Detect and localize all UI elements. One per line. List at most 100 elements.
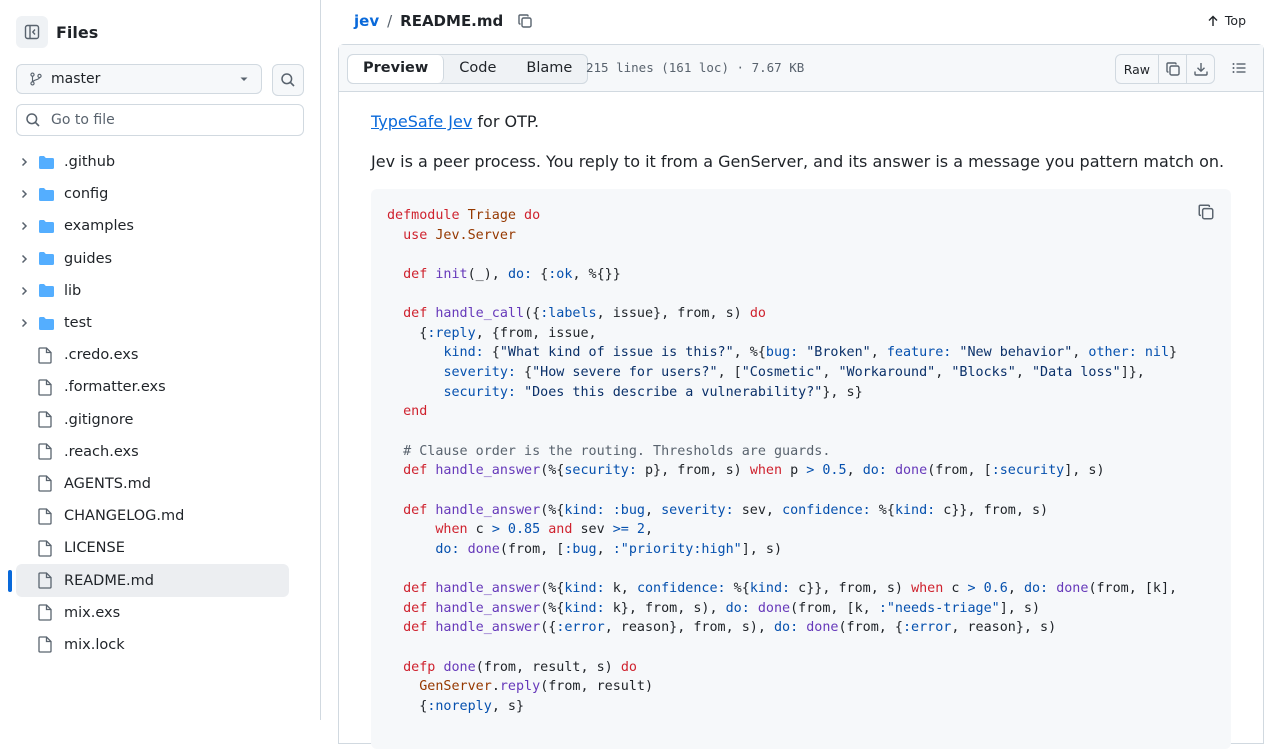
- tree-item-gitignore[interactable]: .gitignore: [0, 404, 320, 436]
- code-token: > 0.5: [806, 463, 847, 479]
- file-actions: Raw: [1114, 54, 1215, 84]
- tree-item-github[interactable]: .github: [0, 146, 320, 178]
- tree-item-mix-lock[interactable]: mix.lock: [0, 629, 320, 661]
- code-token: reply: [499, 679, 541, 695]
- code-token: severity:: [443, 365, 516, 381]
- folder-icon: [39, 316, 54, 330]
- code-line: defmodule Triage do: [387, 206, 1177, 226]
- tree-item-icon: [38, 186, 56, 202]
- expand-toggle[interactable]: [18, 188, 30, 200]
- code-token: , {from, issue,: [475, 325, 597, 341]
- tree-item-examples[interactable]: examples: [0, 210, 320, 242]
- expand-toggle[interactable]: [18, 253, 30, 265]
- top-link[interactable]: Top: [1207, 13, 1246, 28]
- code-token: do: [516, 208, 541, 223]
- code-token: nil: [1144, 345, 1170, 361]
- tree-item-lib[interactable]: lib: [0, 275, 320, 307]
- folder-icon: [39, 219, 54, 233]
- tree-item-mix-exs[interactable]: mix.exs: [0, 597, 320, 629]
- tab-blame[interactable]: Blame: [511, 55, 587, 83]
- code-token: severity:: [661, 502, 734, 518]
- tree-item-readme-md[interactable]: README.md: [0, 564, 320, 597]
- code-token: done: [894, 463, 928, 479]
- code-token: (from, {: [838, 620, 904, 636]
- code-token: when: [749, 463, 783, 479]
- tree-item-formatter-exs[interactable]: .formatter.exs: [0, 371, 320, 403]
- code-token: {: [483, 345, 500, 361]
- code-token: confidence:: [636, 581, 726, 597]
- code-token: , s}: [491, 699, 525, 715]
- code-token: (from, [: [499, 541, 565, 557]
- code-token: ,: [645, 502, 662, 518]
- code-token: (%{: [540, 600, 565, 616]
- code-line: def handle_answer(%{kind: k}, from, s), …: [387, 599, 1177, 619]
- tree-item-agents-md[interactable]: AGENTS.md: [0, 468, 320, 500]
- code-line: def handle_answer({:error, reason}, from…: [387, 618, 1177, 638]
- outline-button[interactable]: [1231, 60, 1247, 80]
- tree-item-reach-exs[interactable]: .reach.exs: [0, 436, 320, 468]
- tree-item-credo-exs[interactable]: .credo.exs: [0, 339, 320, 371]
- code-token: {: [387, 699, 428, 715]
- tree-item-icon: [38, 604, 56, 621]
- code-token: , reason}, from, s),: [604, 620, 774, 636]
- tab-preview[interactable]: Preview: [348, 55, 445, 83]
- expand-toggle[interactable]: [18, 220, 30, 232]
- copy-path-button[interactable]: [517, 13, 533, 29]
- go-to-file-field[interactable]: [16, 104, 304, 136]
- copy-icon: [518, 14, 532, 28]
- tree-item-config[interactable]: config: [0, 178, 320, 210]
- intro-paragraph: TypeSafe Jev for OTP.: [371, 111, 539, 133]
- code-token: , %{}}: [572, 266, 621, 282]
- code-token: :"needs-triage": [878, 600, 1000, 616]
- tree-item-guides[interactable]: guides: [0, 243, 320, 275]
- tree-item-license[interactable]: LICENSE: [0, 532, 320, 564]
- code-token: done: [467, 541, 500, 557]
- expand-toggle[interactable]: [18, 317, 30, 329]
- code-token: handle_call: [435, 306, 525, 322]
- tree-item-icon: [38, 218, 56, 234]
- typesafe-jev-link[interactable]: TypeSafe Jev: [371, 112, 472, 131]
- file-header: Preview Code Blame 215 lines (161 loc) ·…: [339, 45, 1263, 92]
- code-text: defmodule Triage do use Jev.Server def i…: [387, 206, 1177, 717]
- code-line: {:reply, {from, issue,: [387, 324, 1177, 344]
- copy-code-button[interactable]: [1197, 203, 1215, 225]
- tree-item-icon: [38, 251, 56, 267]
- code-token: :error: [556, 620, 605, 636]
- code-token: (from, [k],: [1088, 581, 1178, 597]
- branch-selector[interactable]: master: [16, 64, 262, 94]
- search-button[interactable]: [272, 64, 304, 96]
- code-token: (from, [: [927, 463, 992, 479]
- code-token: done: [443, 659, 476, 675]
- file-icon: [38, 475, 52, 493]
- collapse-sidebar-button[interactable]: [16, 16, 48, 48]
- code-token: :"priority:high": [612, 541, 742, 557]
- code-token: , %{: [733, 345, 766, 361]
- code-token: GenServer: [419, 679, 492, 695]
- breadcrumb-repo-link[interactable]: jev: [354, 12, 379, 30]
- expand-toggle[interactable]: [18, 156, 30, 168]
- expand-toggle[interactable]: [18, 285, 30, 297]
- copy-raw-button[interactable]: [1159, 55, 1187, 83]
- code-token: use: [403, 227, 436, 243]
- code-token: done: [806, 620, 839, 636]
- tree-item-test[interactable]: test: [0, 307, 320, 339]
- copy-icon: [1165, 62, 1180, 76]
- go-to-file-input[interactable]: [49, 111, 293, 129]
- tab-code[interactable]: Code: [444, 55, 511, 83]
- tree-item-changelog-md[interactable]: CHANGELOG.md: [0, 500, 320, 532]
- folder-icon: [39, 155, 54, 169]
- tree-item-icon: [38, 411, 56, 428]
- download-button[interactable]: [1187, 55, 1214, 83]
- chevron-right-icon: [21, 158, 28, 167]
- raw-button[interactable]: Raw: [1116, 55, 1159, 83]
- file-tree-sidebar: Files master .github config examples guides…: [0, 0, 321, 720]
